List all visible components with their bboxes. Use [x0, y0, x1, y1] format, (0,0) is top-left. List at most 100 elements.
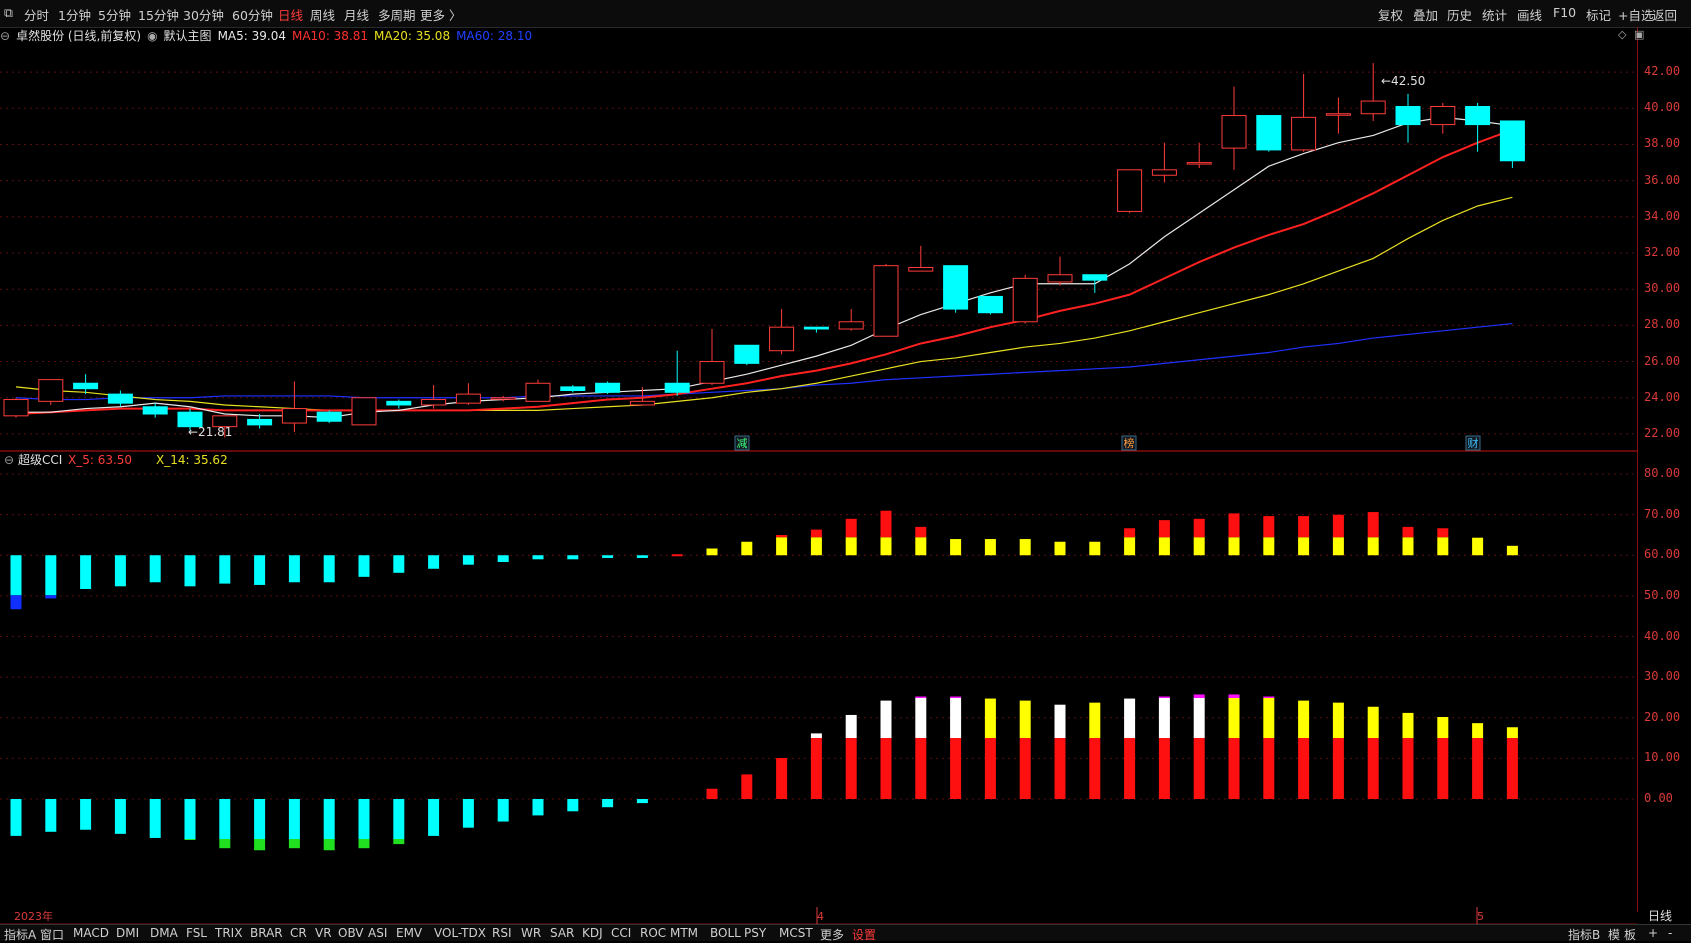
indicator-tab-6[interactable]: TRIX: [215, 926, 242, 940]
cci-upper-bar: [1263, 516, 1275, 538]
period-tab-7[interactable]: 周线: [310, 5, 335, 24]
tool-button-6[interactable]: 标记: [1586, 5, 1611, 24]
bottom-right-control-3[interactable]: +: [1648, 926, 1658, 940]
cci-lower-bar: [1158, 738, 1170, 799]
candle-body: [1325, 113, 1351, 116]
bottom-right-control-4[interactable]: -: [1668, 926, 1672, 940]
cci-lower-bar: [1054, 704, 1066, 738]
period-tab-8[interactable]: 月线: [344, 5, 369, 24]
indicator-tab-9[interactable]: VR: [315, 926, 332, 940]
indicator-tab-2[interactable]: MACD: [73, 926, 109, 940]
period-tab-9[interactable]: 多周期: [378, 5, 416, 24]
indicator-tab-11[interactable]: ASI: [368, 926, 387, 940]
cci-upper-bar: [1158, 520, 1170, 538]
candle-body: [455, 393, 481, 404]
cci-lower-bar: [462, 799, 474, 828]
cci-lower-bar: [567, 799, 579, 812]
cci-lower-bar: [149, 799, 161, 838]
bottom-right-control-2[interactable]: 板: [1624, 926, 1636, 943]
tool-button-0[interactable]: 复权: [1378, 5, 1403, 24]
candle-body: [142, 406, 168, 415]
bottom-right-control-0[interactable]: 指标B: [1568, 926, 1600, 943]
tool-button-8[interactable]: 返回: [1652, 5, 1677, 24]
cci-upper-bar: [10, 555, 22, 596]
indicator-tab-20[interactable]: MTM: [670, 926, 698, 940]
window-icon[interactable]: ⧉: [4, 5, 13, 21]
candle-body: [629, 400, 655, 406]
cci-lower-bar: [358, 799, 370, 839]
diamond-icon[interactable]: ◇: [1618, 28, 1626, 41]
tool-button-5[interactable]: F10: [1553, 5, 1576, 20]
cci-lower-bar: [950, 696, 962, 698]
cci-upper-bar: [184, 555, 196, 587]
tool-button-4[interactable]: 画线: [1517, 5, 1542, 24]
low-annotation: ←21.81: [188, 425, 232, 439]
bottom-right-control-1[interactable]: 模: [1608, 926, 1620, 943]
tool-button-7[interactable]: +自选: [1618, 5, 1653, 24]
period-tab-4[interactable]: 30分钟: [183, 5, 224, 24]
cci-upper-bar: [1054, 541, 1066, 556]
cci-upper-bar: [1332, 537, 1344, 556]
x5-value: X_5: 63.50: [68, 453, 132, 467]
indicator-name: 超级CCI: [18, 452, 62, 467]
indicator-tab-7[interactable]: BRAR: [250, 926, 283, 940]
indicator-tab-14[interactable]: RSI: [492, 926, 512, 940]
indicator-tab-15[interactable]: WR: [521, 926, 541, 940]
indicator-tab-21[interactable]: BOLL: [710, 926, 741, 940]
tool-button-3[interactable]: 统计: [1482, 5, 1507, 24]
period-label: 日线: [1648, 909, 1673, 923]
cci-upper-bar: [1228, 513, 1240, 538]
indicator-tab-5[interactable]: FSL: [186, 926, 207, 940]
cci-lower-bar: [776, 758, 788, 799]
cci-upper-bar: [1367, 537, 1379, 556]
cci-upper-bar: [288, 555, 300, 583]
period-tab-2[interactable]: 5分钟: [98, 5, 131, 24]
cci-upper-bar: [45, 595, 57, 599]
indicator-tick-label: 50.00: [1644, 587, 1681, 602]
indicator-tab-10[interactable]: OBV: [338, 926, 364, 940]
period-tab-3[interactable]: 15分钟: [138, 5, 179, 24]
indicator-tab-25[interactable]: 设置: [852, 926, 876, 943]
cci-upper-bar: [1193, 537, 1205, 556]
indicator-tab-13[interactable]: VOL-TDX: [434, 926, 486, 940]
indicator-tab-1[interactable]: 窗口: [40, 926, 64, 943]
cci-upper-bar: [845, 518, 857, 538]
cci-upper-bar: [706, 548, 718, 556]
price-tick-label: 40.00: [1644, 100, 1681, 115]
indicator-tab-22[interactable]: PSY: [744, 926, 766, 940]
cci-lower-bar: [1228, 694, 1240, 698]
indicator-tab-18[interactable]: CCI: [611, 926, 631, 940]
cci-lower-bar: [950, 698, 962, 738]
indicator-tab-4[interactable]: DMA: [150, 926, 178, 940]
period-tab-1[interactable]: 1分钟: [58, 5, 91, 24]
indicator-tab-0[interactable]: 指标A: [4, 926, 36, 943]
cci-lower-bar: [1437, 738, 1449, 799]
period-tab-6[interactable]: 日线: [278, 5, 303, 24]
indicator-tab-3[interactable]: DMI: [116, 926, 139, 940]
cci-lower-bar: [219, 839, 231, 849]
indicator-tab-17[interactable]: KDJ: [582, 926, 603, 940]
cci-lower-bar: [1263, 738, 1275, 799]
indicator-tab-19[interactable]: ROC: [640, 926, 666, 940]
cci-lower-bar: [45, 799, 57, 832]
indicator-tab-16[interactable]: SAR: [550, 926, 574, 940]
indicator-tab-23[interactable]: MCST: [779, 926, 813, 940]
candle-body: [1186, 162, 1212, 165]
period-tab-0[interactable]: 分时: [24, 5, 49, 24]
tool-button-2[interactable]: 历史: [1447, 5, 1472, 24]
cci-lower-bar: [428, 799, 440, 836]
cci-lower-bar: [497, 799, 509, 822]
cci-upper-bar: [1506, 545, 1518, 556]
chart-canvas[interactable]: ←42.50 ←21.81 减 榜 财 ⊖ 超级CCI X_5: 63.50 X_14: 35.…: [0, 27, 1637, 924]
period-tab-5[interactable]: 60分钟: [232, 5, 273, 24]
layout-icon[interactable]: ▣: [1634, 28, 1644, 41]
indicator-tab-8[interactable]: CR: [290, 926, 307, 940]
tool-button-1[interactable]: 叠加: [1413, 5, 1438, 24]
indicator-tab-24[interactable]: 更多: [820, 926, 844, 943]
period-tab-10[interactable]: 更多 〉: [420, 5, 461, 24]
cci-upper-bar: [1367, 512, 1379, 538]
date-label-year: 2023年: [14, 909, 53, 923]
cci-upper-bar: [114, 555, 126, 587]
candle-body: [595, 382, 621, 393]
indicator-tab-12[interactable]: EMV: [396, 926, 422, 940]
